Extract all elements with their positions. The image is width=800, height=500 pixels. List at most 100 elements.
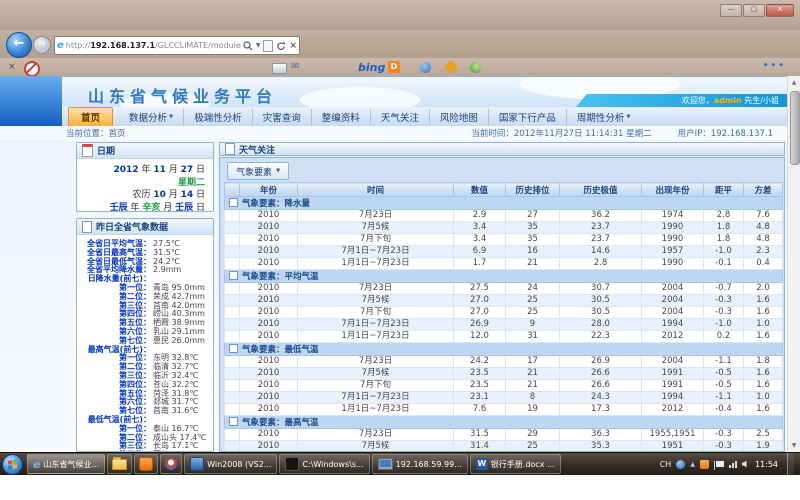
tray-security-icon[interactable] xyxy=(700,460,709,469)
vertical-scrollbar[interactable]: ▲ ▼ xyxy=(787,76,800,452)
addon-diamond-icon[interactable] xyxy=(444,60,458,74)
table-cell: 24.3 xyxy=(560,392,642,404)
nav-item-8[interactable]: 国家下行产品 xyxy=(488,109,566,125)
column-header[interactable]: 出现年份 xyxy=(642,183,704,197)
addon-blue-icon[interactable] xyxy=(420,62,431,73)
taskbar-item-6[interactable]: C:\Windows\s... xyxy=(279,454,369,474)
table-row[interactable]: 20107月23日27.52430.72004-0.72.0 xyxy=(225,283,783,295)
table-cell: 2010 xyxy=(240,295,298,307)
collapse-toggle-icon[interactable] xyxy=(229,271,238,280)
language-indicator[interactable]: CH xyxy=(660,460,672,469)
column-header[interactable]: 距平 xyxy=(704,183,744,197)
table-cell: 6.9 xyxy=(454,246,506,258)
table-row[interactable]: 20101月1日~7月23日7.61917.32012-0.41.6 xyxy=(225,404,783,416)
scroll-up-icon[interactable]: ▲ xyxy=(788,76,800,89)
toolbar-close-icon[interactable]: × xyxy=(8,62,16,72)
mail-icon[interactable]: ✉ xyxy=(291,61,299,72)
table-row[interactable]: 20107月5候27.02530.52004-0.31.6 xyxy=(225,295,783,307)
bing-addon-icon[interactable]: D xyxy=(388,61,400,73)
group-label: 气象要素：最高气温 xyxy=(242,418,319,428)
scrollbar-thumb[interactable] xyxy=(790,91,800,165)
search-dropdown-icon[interactable]: ▼ xyxy=(256,42,261,49)
taskbar-item-8[interactable]: W银行手册.docx ... xyxy=(470,454,561,474)
group-header-row[interactable]: 气象要素：降水量 xyxy=(225,197,783,210)
nav-item-3[interactable]: 极端性分析 xyxy=(183,109,252,125)
address-bar[interactable]: e http://192.168.137.1/GLCCLIMATE/module… xyxy=(54,36,300,55)
group-header-row[interactable]: 气象要素：最低气温 xyxy=(225,343,783,356)
nav-item-9[interactable]: 周期性分析▼ xyxy=(566,109,641,125)
maximize-button[interactable]: ▢ xyxy=(743,4,765,17)
taskbar-clock[interactable]: 11:54 xyxy=(755,460,778,469)
blocker-icon[interactable] xyxy=(24,61,40,77)
table-cell: -0.3 xyxy=(704,441,744,453)
taskbar-item-2[interactable] xyxy=(107,454,132,474)
stop-icon[interactable]: × xyxy=(289,41,297,51)
group-header-row[interactable]: 气象要素：最高气温 xyxy=(225,416,783,429)
taskbar-item-label: Win2008 (VS2... xyxy=(207,460,271,469)
minimize-button[interactable]: — xyxy=(720,4,742,17)
table-cell: 2.8 xyxy=(704,210,744,222)
column-header[interactable]: 年份 xyxy=(240,183,298,197)
taskbar-item-1[interactable]: e山东省气候业... xyxy=(27,454,105,474)
action-center-flag-icon[interactable] xyxy=(716,461,724,467)
snapshot-icon[interactable] xyxy=(272,63,287,74)
volume-icon[interactable] xyxy=(742,460,750,468)
search-icon[interactable] xyxy=(243,41,253,51)
table-row[interactable]: 20107月23日24.21726.92004-1.11.8 xyxy=(225,356,783,368)
table-cell: 2010 xyxy=(240,356,298,368)
table-row[interactable]: 20107月5候3.43523.719901.84.8 xyxy=(225,222,783,234)
table-row[interactable]: 20107月5候23.52126.61991-0.51.6 xyxy=(225,368,783,380)
tray-expand-icon[interactable]: ▲ xyxy=(690,461,695,468)
network-icon[interactable] xyxy=(729,461,737,468)
table-row[interactable]: 20101月1日~7月23日1.7212.81990-0.10.4 xyxy=(225,258,783,270)
table-row[interactable]: 20101月1日~7月23日12.03122.320120.21.6 xyxy=(225,331,783,343)
table-header-row: 年份时间数值历史排位历史极值出现年份距平方差 xyxy=(225,183,783,197)
group-header-row[interactable]: 气象要素：平均气温 xyxy=(225,270,783,283)
show-desktop-button[interactable] xyxy=(787,453,794,475)
table-row[interactable]: 20107月下旬3.43523.719901.84.8 xyxy=(225,234,783,246)
table-row[interactable]: 20107月23日31.52936.31955,1951-0.32.5 xyxy=(225,429,783,441)
table-cell: 26.6 xyxy=(560,368,642,380)
collapse-toggle-icon[interactable] xyxy=(229,198,238,207)
close-button[interactable]: × xyxy=(766,4,794,17)
nav-item-1[interactable]: 首页 xyxy=(68,107,113,127)
collapse-toggle-icon[interactable] xyxy=(229,344,238,353)
forward-button[interactable]: → xyxy=(33,36,51,54)
taskbar-item-4[interactable] xyxy=(160,454,182,474)
column-header[interactable]: 方差 xyxy=(744,183,783,197)
table-row[interactable]: 20107月下旬27.02530.52004-0.31.6 xyxy=(225,307,783,319)
column-header[interactable]: 历史排位 xyxy=(506,183,560,197)
group-header-cell: 气象要素：平均气温 xyxy=(225,270,783,283)
collapse-toggle-icon[interactable] xyxy=(229,417,238,426)
table-cell: 26.6 xyxy=(560,380,642,392)
addon-green-icon[interactable] xyxy=(470,62,481,73)
table-row[interactable]: 20107月1日~7月23日23.1824.31994-1.11.0 xyxy=(225,392,783,404)
taskbar-item-3[interactable] xyxy=(134,454,158,474)
nav-item-5[interactable]: 整编资料 xyxy=(311,109,370,125)
column-header[interactable]: 时间 xyxy=(298,183,454,197)
calendar-text: 日 xyxy=(193,203,205,213)
table-cell: 23.7 xyxy=(560,222,642,234)
back-button[interactable]: ← xyxy=(6,32,32,58)
compatibility-view-icon[interactable] xyxy=(263,40,273,52)
tray-app-icon[interactable] xyxy=(676,460,685,469)
element-select-button[interactable]: 气象要素▼ xyxy=(227,162,289,180)
start-button[interactable] xyxy=(2,454,23,475)
refresh-icon[interactable] xyxy=(276,41,286,51)
column-header[interactable]: 历史极值 xyxy=(560,183,642,197)
taskbar-item-7[interactable]: 192.168.59.99... xyxy=(372,454,468,474)
table-row[interactable]: 20107月5候31.42535.31951-0.31.9 xyxy=(225,441,783,453)
table-row[interactable]: 20107月下旬23.52126.61991-0.51.6 xyxy=(225,380,783,392)
table-row[interactable]: 20107月1日~7月23日26.9928.01994-1.01.0 xyxy=(225,319,783,331)
column-header[interactable]: 数值 xyxy=(454,183,506,197)
table-row[interactable]: 20107月23日2.92736.219742.87.6 xyxy=(225,210,783,222)
scroll-down-icon[interactable]: ▼ xyxy=(788,439,800,452)
nav-item-4[interactable]: 灾害查询 xyxy=(252,109,311,125)
table-row[interactable]: 20107月1日~7月23日6.91614.61957-1.02.3 xyxy=(225,246,783,258)
toolbar-overflow-icon[interactable]: ••• xyxy=(763,61,786,71)
nav-item-6[interactable]: 天气关注 xyxy=(370,109,429,125)
taskbar-item-5[interactable]: Win2008 (VS2... xyxy=(184,454,277,474)
nav-item-7[interactable]: 风险地图 xyxy=(429,109,488,125)
nav-item-2[interactable]: 数据分析▼ xyxy=(119,109,183,125)
bing-logo[interactable]: bing xyxy=(358,61,385,74)
